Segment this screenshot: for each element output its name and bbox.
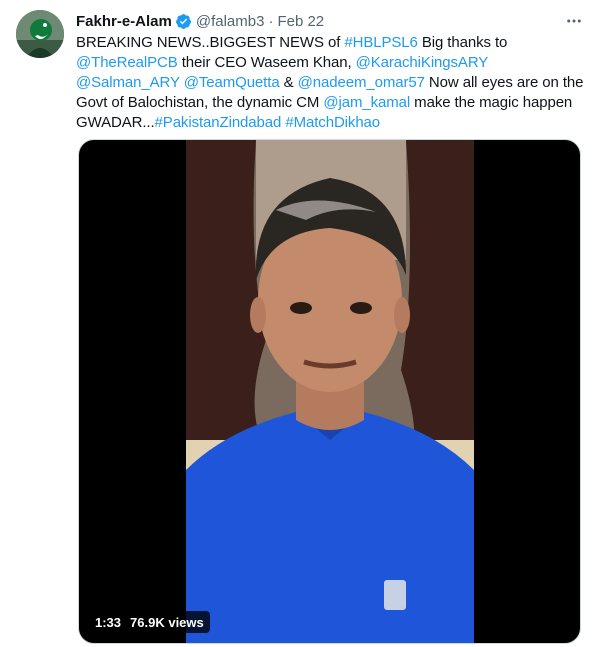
- hashtag-link[interactable]: #HBLPSL6: [344, 34, 418, 51]
- video-duration: 1:33: [95, 614, 122, 630]
- more-options-icon[interactable]: [563, 11, 585, 31]
- mention-link[interactable]: @KarachiKingsARY: [356, 54, 488, 71]
- tweet-text-segment: BREAKING NEWS..BIGGEST NEWS of: [76, 34, 345, 51]
- tweet-text-segment: Big thanks to: [417, 34, 508, 51]
- mention-link[interactable]: @Salman_ARY: [76, 74, 180, 91]
- separator-dot: ·: [268, 12, 274, 30]
- mention-link[interactable]: @nadeem_omar57: [298, 74, 425, 91]
- tweet[interactable]: Fakhr-e-Alam @falamb3 · Feb 22 BREAKING …: [0, 0, 599, 647]
- tweet-text-segment: &: [279, 74, 298, 91]
- video-thumbnail: [186, 140, 474, 643]
- hashtag-link[interactable]: #PakistanZindabad: [155, 114, 282, 131]
- tweet-date[interactable]: Feb 22: [277, 13, 324, 30]
- mention-link[interactable]: @jam_kamal: [323, 94, 410, 111]
- video-views: 76.9K views: [130, 614, 204, 630]
- verified-badge-icon: [175, 13, 191, 29]
- tweet-text-segment: their CEO Waseem Khan,: [177, 54, 356, 71]
- tweet-text: BREAKING NEWS..BIGGEST NEWS of #HBLPSL6 …: [76, 33, 586, 133]
- hashtag-link[interactable]: #MatchDikhao: [285, 114, 380, 131]
- tweet-header: Fakhr-e-Alam @falamb3 · Feb 22: [76, 11, 324, 31]
- video-player[interactable]: [78, 139, 581, 644]
- video-stats-badge: 1:33 76.9K views: [89, 611, 210, 633]
- mention-link[interactable]: @TheRealPCB: [76, 54, 178, 71]
- author-name[interactable]: Fakhr-e-Alam: [76, 13, 172, 30]
- author-handle[interactable]: @falamb3: [196, 13, 265, 30]
- avatar-image: [16, 10, 64, 58]
- author-avatar[interactable]: [16, 10, 64, 58]
- mention-link[interactable]: @TeamQuetta: [184, 74, 280, 91]
